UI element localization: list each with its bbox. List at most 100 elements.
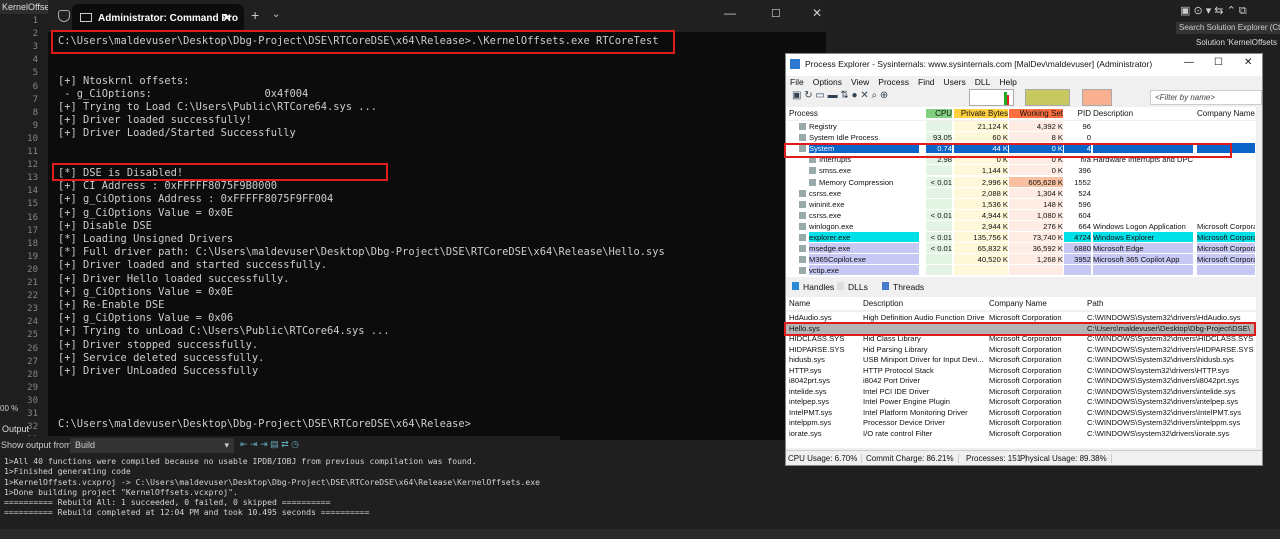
process-pid: 604 <box>1078 210 1091 220</box>
output-toolbar: Show output from: Build ▾ ⇤ ⇥ ⇥ ▤ ⇄ ◷ <box>0 436 560 456</box>
menu-find[interactable]: Find <box>918 77 935 87</box>
output-line: 1>All 40 functions were compiled because… <box>4 456 477 466</box>
process-row[interactable]: M365Copilot.exe 40,520 K 1,268 K 3952 Micros… <box>786 254 1256 265</box>
process-row[interactable]: wininit.exe 1,536 K 148 K 596 <box>786 198 1256 210</box>
solution-search-input[interactable]: Search Solution Explorer (Ctrl <box>1176 22 1280 34</box>
close-button[interactable]: ✕ <box>1244 57 1252 68</box>
toolbar-icons[interactable]: ▣ ↻ ▭ ▬ ⇅ ● ✕ ⌕ ⊕ <box>792 90 888 101</box>
process-row[interactable]: msedge.exe < 0.01 65,832 K 36,592 K 6880 Micr… <box>786 243 1256 254</box>
column-header[interactable]: CPU <box>926 109 952 118</box>
process-icon <box>799 234 806 241</box>
process-icon <box>799 256 806 264</box>
process-row[interactable]: explorer.exe < 0.01 135,756 K 73,740 K 4724 W… <box>786 232 1256 243</box>
process-cpu: < 0.01 <box>926 209 952 220</box>
process-row[interactable]: winlogon.exe 2,944 K 276 K 664 Windows Logon… <box>786 220 1256 232</box>
column-header[interactable]: Process <box>789 109 919 118</box>
dll-row[interactable]: HIDPARSE.SYS Hid Parsing Library Microsoft… <box>786 344 1256 355</box>
process-desc <box>1093 188 1193 198</box>
minimize-button[interactable]: — <box>724 6 736 20</box>
output-line: 1>KernelOffsets.vcxproj -> C:\Users\mald… <box>4 476 541 487</box>
menu-file[interactable]: File <box>790 77 804 87</box>
line-number: 8 <box>32 107 38 118</box>
tab-label: Threads <box>893 282 925 292</box>
column-header[interactable]: Description <box>1093 109 1193 118</box>
process-company <box>1197 199 1255 209</box>
process-row[interactable]: Registry 21,124 K 4,392 K 96 <box>786 121 1256 132</box>
dll-path: C:\WINDOWS\System32\drivers\intelpep.sys <box>1087 397 1239 406</box>
dll-row[interactable]: HTTP.sys HTTP Protocol Stack Microsoft Cor… <box>786 365 1256 376</box>
maximize-button[interactable]: ☐ <box>771 7 781 20</box>
dll-row[interactable]: iorate.sys I/O rate control Filter Microso… <box>786 428 1256 439</box>
process-priv: 21,124 K <box>954 121 1008 131</box>
process-row[interactable]: csrss.exe < 0.01 4,944 K 1,080 K 604 <box>786 209 1256 221</box>
dll-column-header[interactable]: Description <box>863 299 985 308</box>
cpu-graph[interactable] <box>969 89 1014 106</box>
process-row[interactable]: vctip.exe <box>786 265 1256 276</box>
process-priv: 2,944 K <box>954 220 1008 231</box>
line-number: 25 <box>27 330 38 341</box>
column-header[interactable]: Company Name <box>1197 109 1255 118</box>
dll-column-header[interactable]: Name <box>789 299 861 308</box>
menu-users[interactable]: Users <box>944 77 966 87</box>
process-company: Microsoft Corpora <box>1197 221 1255 231</box>
process-row[interactable]: smss.exe 1,144 K0 K 396 <box>786 165 1256 176</box>
line-number: 16 <box>27 212 38 223</box>
dll-column-header[interactable]: Path <box>1087 299 1255 308</box>
solution-toolbar-icons[interactable]: ▣ ⊙ ▾ ⇆ ⌃ ⧉ <box>1180 4 1247 18</box>
dll-row[interactable]: i8042prt.sys i8042 Port Driver Microsoft C… <box>786 375 1256 386</box>
terminal-line: [+] Trying to unLoad C:\Users\Public\RTC… <box>58 325 390 338</box>
dll-row[interactable]: hidusb.sys USB Miniport Driver for Input … <box>786 354 1256 365</box>
line-number: 2 <box>32 29 38 40</box>
tab-threads[interactable]: Threads <box>882 282 924 292</box>
column-header[interactable]: Private Bytes <box>954 109 1008 118</box>
terminal-tab[interactable]: Administrator: Command Pro ✕ <box>72 4 244 32</box>
process-pid: 96 <box>1082 122 1091 131</box>
process-ws: 148 K <box>1009 198 1063 209</box>
process-row[interactable]: Memory Compression < 0.01 2,996 K 605,628 K… <box>786 176 1256 188</box>
process-icon <box>799 211 806 219</box>
output-source-select[interactable]: Build ▾ <box>70 438 234 453</box>
shield-icon <box>58 10 70 22</box>
status-item: Processes: 151 <box>966 454 1027 463</box>
column-header[interactable]: Working Set <box>1009 109 1063 118</box>
process-name: Memory Compression <box>819 177 894 187</box>
terminal-line: [+] g_CiOptions Value = 0x06 <box>58 312 234 325</box>
solution-node[interactable]: Solution 'KernelOffsets <box>1196 38 1277 47</box>
dll-company: Microsoft Corporation <box>989 397 1062 406</box>
process-icon <box>799 123 806 130</box>
terminal-line: C:\Users\maldevuser\Desktop\Dbg-Project\… <box>58 417 471 430</box>
dll-name: HdAudio.sys <box>789 313 832 322</box>
process-row[interactable]: csrss.exe 2,088 K 1,304 K 524 <box>786 187 1256 199</box>
output-toolbar-icons[interactable]: ⇤ ⇥ ⇥ ▤ ⇄ ◷ <box>240 439 299 450</box>
dll-row[interactable]: intelide.sys Intel PCI IDE Driver Microsof… <box>786 386 1256 397</box>
maximize-button[interactable]: ☐ <box>1214 57 1223 68</box>
tab-handles[interactable]: Handles <box>792 282 834 292</box>
pe-toolbar: ▣ ↻ ▭ ▬ ⇅ ● ✕ ⌕ ⊕ <Filter by name> <box>786 89 1262 107</box>
minimize-button[interactable]: — <box>1184 57 1194 68</box>
dll-column-header[interactable]: Company Name <box>989 299 1085 308</box>
menu-help[interactable]: Help <box>999 77 1016 87</box>
dll-row[interactable]: intelpep.sys Intel Power Engine Plugin Mic… <box>786 396 1256 407</box>
process-row[interactable]: System Idle Process 93.05 60 K8 K 0 <box>786 132 1256 143</box>
tab-dlls[interactable]: DLLs <box>837 282 868 292</box>
close-button[interactable]: ✕ <box>812 6 822 20</box>
new-tab-button[interactable]: + <box>251 7 259 23</box>
close-tab-icon[interactable]: ✕ <box>222 11 232 25</box>
process-priv: 4,944 K <box>954 209 1008 220</box>
show-output-label: Show output from: <box>1 440 75 450</box>
menu-dll[interactable]: DLL <box>975 77 991 87</box>
menu-options[interactable]: Options <box>813 77 842 87</box>
filter-input[interactable]: <Filter by name> <box>1150 90 1262 105</box>
memory-graph[interactable] <box>1082 89 1112 106</box>
column-header[interactable]: PID <box>1064 109 1091 118</box>
dll-row[interactable]: intelppm.sys Processor Device Driver Micro… <box>786 417 1256 428</box>
tab-dropdown-icon[interactable]: ⌄ <box>272 9 280 20</box>
line-number: 23 <box>27 304 38 315</box>
menu-view[interactable]: View <box>851 77 869 87</box>
zoom-level[interactable]: 00 % <box>0 404 18 413</box>
dll-row[interactable]: IntelPMT.sys Intel Platform Monitoring Dr… <box>786 407 1256 418</box>
highlight-box-command <box>51 30 675 54</box>
terminal-line: [*] Loading Unsigned Drivers <box>58 233 234 245</box>
commit-graph[interactable] <box>1025 89 1070 106</box>
menu-process[interactable]: Process <box>878 77 909 87</box>
